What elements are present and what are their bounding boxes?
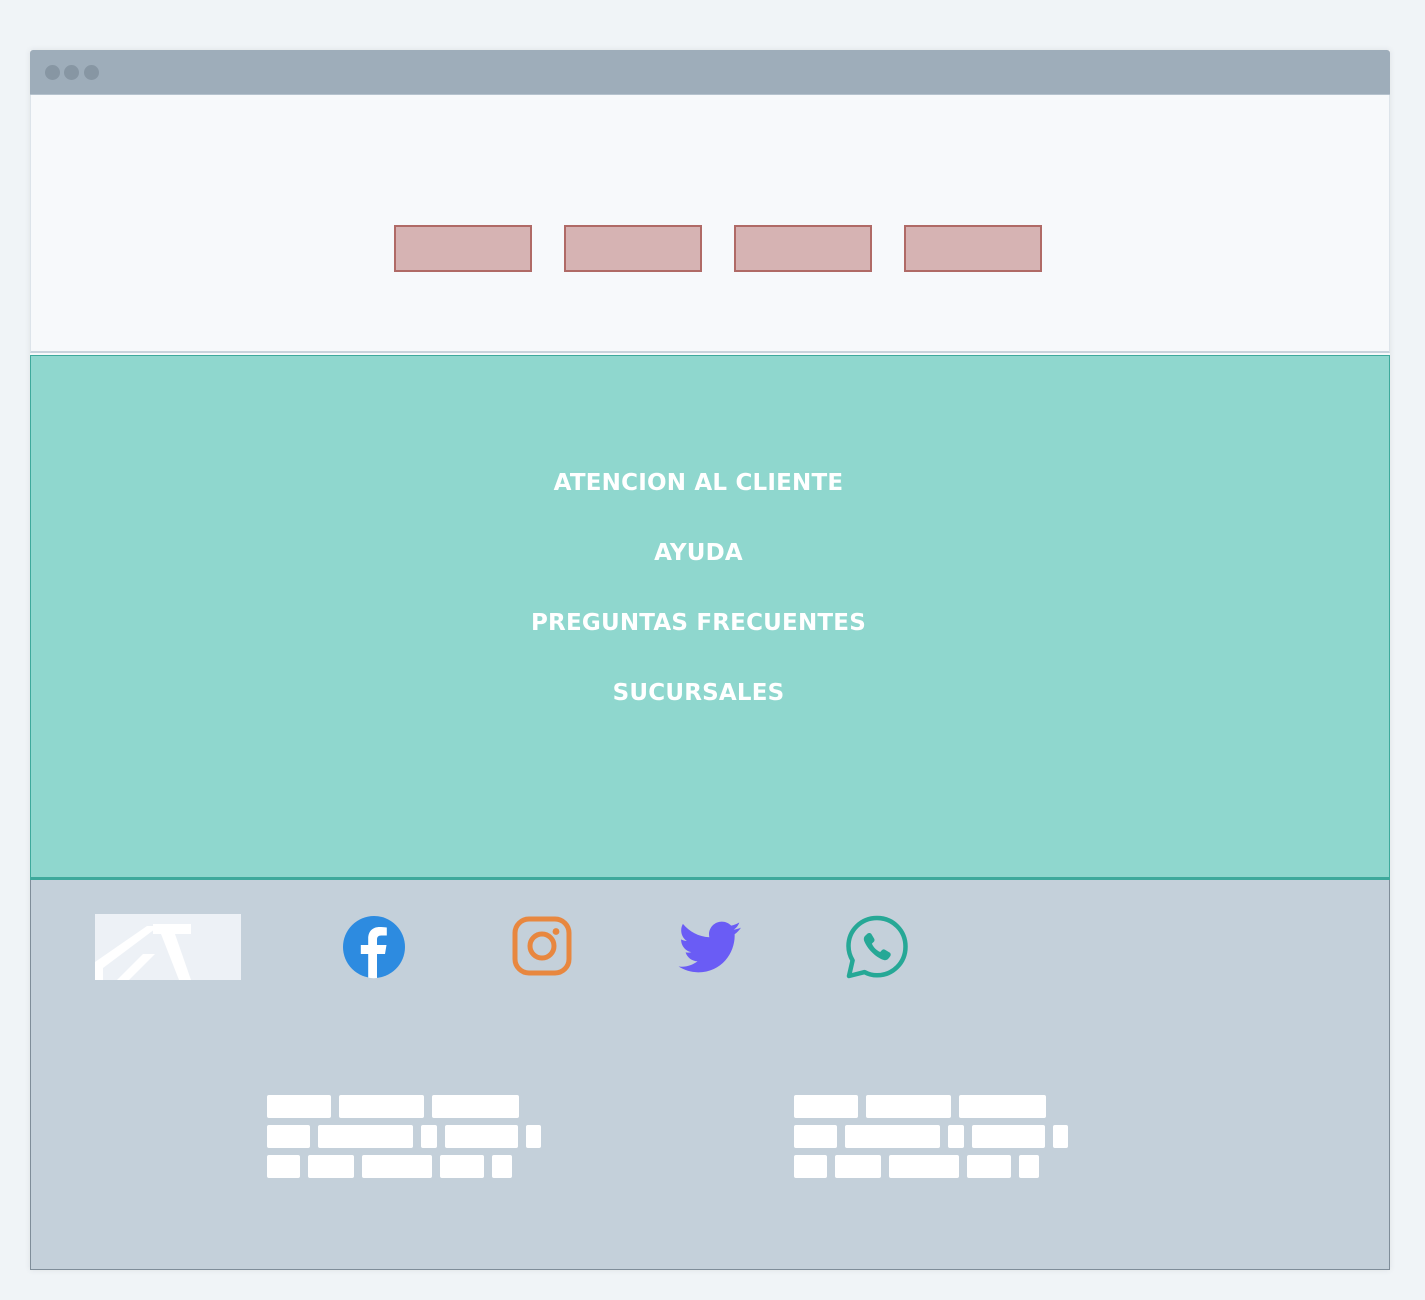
- text-placeholder: [267, 1155, 300, 1178]
- link-sucursales[interactable]: SUCURSALES: [31, 678, 1366, 708]
- text-placeholder: [440, 1155, 484, 1178]
- site-header: [30, 95, 1390, 353]
- logo-placeholder-icon: [95, 924, 191, 980]
- text-placeholder: [948, 1125, 964, 1148]
- text-placeholder: [835, 1155, 881, 1178]
- nav-item-2[interactable]: [564, 225, 702, 272]
- text-placeholder: [421, 1125, 437, 1148]
- text-placeholder: [526, 1125, 541, 1148]
- text-placeholder: [794, 1095, 858, 1118]
- text-placeholder: [492, 1155, 512, 1178]
- window-control-dot[interactable]: [64, 65, 79, 80]
- text-placeholder: [967, 1155, 1011, 1178]
- text-placeholder: [445, 1125, 518, 1148]
- logo-image-placeholder: [95, 914, 241, 980]
- text-placeholder: [1019, 1155, 1039, 1178]
- site-footer: [30, 880, 1390, 1270]
- browser-window: ATENCION AL CLIENTE AYUDA PREGUNTAS FREC…: [30, 50, 1390, 1270]
- text-placeholder: [1053, 1125, 1068, 1148]
- text-placeholder: [362, 1155, 432, 1178]
- link-atencion-al-cliente[interactable]: ATENCION AL CLIENTE: [31, 468, 1366, 498]
- text-placeholder: [339, 1095, 424, 1118]
- link-ayuda[interactable]: AYUDA: [31, 538, 1366, 568]
- text-placeholder: [959, 1095, 1046, 1118]
- text-placeholder: [866, 1095, 951, 1118]
- window-control-dot[interactable]: [84, 65, 99, 80]
- nav-item-3[interactable]: [734, 225, 872, 272]
- facebook-icon[interactable]: [341, 914, 407, 980]
- nav-item-1[interactable]: [394, 225, 532, 272]
- link-preguntas-frecuentes[interactable]: PREGUNTAS FRECUENTES: [31, 608, 1366, 638]
- twitter-icon[interactable]: [676, 914, 742, 980]
- text-placeholder: [889, 1155, 959, 1178]
- nav-item-4[interactable]: [904, 225, 1042, 272]
- help-section: ATENCION AL CLIENTE AYUDA PREGUNTAS FREC…: [30, 355, 1390, 880]
- window-titlebar: [30, 50, 1390, 95]
- whatsapp-icon[interactable]: [844, 914, 910, 980]
- text-placeholder: [308, 1155, 354, 1178]
- window-control-dot[interactable]: [45, 65, 60, 80]
- text-placeholder: [794, 1155, 827, 1178]
- text-placeholder: [972, 1125, 1045, 1148]
- text-placeholder: [267, 1125, 310, 1148]
- text-placeholder: [318, 1125, 413, 1148]
- instagram-icon[interactable]: [509, 914, 575, 980]
- text-placeholder: [794, 1125, 837, 1148]
- text-placeholder: [845, 1125, 940, 1148]
- text-placeholder: [432, 1095, 519, 1118]
- text-placeholder: [267, 1095, 331, 1118]
